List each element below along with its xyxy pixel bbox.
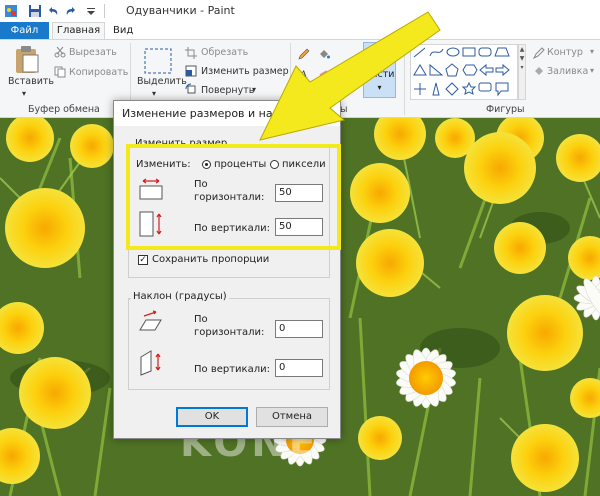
shapes-scroll[interactable]: ▲ ▼ ▾ [518, 44, 526, 100]
shapes-group-label: Фигуры [486, 104, 525, 115]
ok-button[interactable]: OK [176, 407, 248, 427]
copy-icon[interactable] [54, 66, 66, 78]
skew-horizontal-label-1: По [194, 314, 208, 325]
text-tool-icon[interactable]: A [298, 68, 310, 80]
pencil-icon[interactable] [298, 48, 310, 60]
skew-legend: Наклон (градусы) [131, 291, 229, 302]
brushes-label: Кисти [364, 69, 395, 80]
brushes-dropdown-arrow: ▾ [377, 83, 382, 92]
cut-button[interactable]: Вырезать [69, 47, 117, 58]
title-separator [104, 4, 105, 18]
title-bar: Одуванчики - Paint [0, 0, 600, 22]
shapes-gallery[interactable] [410, 44, 518, 100]
resize-icon[interactable] [185, 65, 197, 77]
svg-text:A: A [299, 70, 308, 80]
magnifier-icon[interactable] [338, 78, 350, 90]
tab-view[interactable]: Вид [113, 22, 133, 39]
outline-icon[interactable] [533, 47, 545, 59]
vertical-skew-icon [140, 350, 161, 376]
ribbon-separator [404, 43, 405, 115]
copy-button[interactable]: Копировать [69, 67, 128, 78]
select-icon[interactable] [144, 48, 172, 74]
rotate-icon[interactable] [185, 83, 197, 95]
paint-app-icon [5, 5, 17, 17]
paste-button[interactable]: Вставить [8, 76, 54, 87]
fill-icon[interactable] [533, 65, 545, 77]
eraser-icon[interactable] [318, 68, 330, 80]
rotate-button[interactable]: Повернуть [201, 85, 254, 96]
dialog-title-bar: Изменение размеров и накло... × [114, 101, 340, 126]
fill-bucket-icon[interactable] [318, 48, 330, 60]
keep-ratio-checkbox[interactable]: ✓ [138, 255, 148, 265]
cut-icon[interactable] [54, 46, 66, 58]
annotation-highlight-box [126, 144, 341, 250]
clipboard-group-label: Буфер обмена [28, 104, 100, 115]
keep-ratio-label[interactable]: Сохранить пропорции [152, 254, 269, 265]
redo-icon[interactable] [64, 4, 78, 18]
skew-vertical-label: По вертикали: [194, 364, 270, 375]
skew-horizontal-label-2: горизонтали: [194, 327, 265, 338]
window-title: Одуванчики - Paint [126, 4, 235, 17]
undo-icon[interactable] [46, 4, 60, 18]
customize-quick-access-icon[interactable] [84, 4, 98, 18]
paste-dropdown-arrow[interactable]: ▾ [22, 89, 26, 98]
tools-group-label-partial: ы [340, 104, 348, 115]
tab-file[interactable]: Файл [0, 22, 49, 39]
rotate-dropdown-arrow[interactable]: ▾ [252, 85, 256, 94]
dialog-close-button[interactable]: × [317, 104, 337, 122]
outline-dropdown-arrow[interactable]: ▾ [590, 47, 594, 56]
resize-button[interactable]: Изменить размер [201, 66, 289, 77]
skew-vertical-input[interactable]: 0 [275, 359, 323, 377]
brushes-button[interactable]: Кисти ▾ [363, 42, 396, 98]
save-icon[interactable] [28, 4, 42, 18]
fill-button[interactable]: Заливка [547, 66, 588, 77]
tab-home[interactable]: Главная [52, 22, 105, 39]
ribbon-tab-bar: Файл Главная Вид [0, 22, 600, 39]
brush-icon [371, 47, 388, 66]
cancel-button[interactable]: Отмена [256, 407, 328, 427]
crop-button[interactable]: Обрезать [201, 47, 248, 58]
dialog-title: Изменение размеров и накло... [122, 107, 304, 120]
outline-button[interactable]: Контур [547, 47, 583, 58]
paste-icon[interactable] [14, 45, 40, 75]
select-dropdown-arrow[interactable]: ▾ [152, 89, 156, 98]
crop-icon[interactable] [185, 47, 197, 59]
select-button[interactable]: Выделить [137, 76, 187, 87]
fill-dropdown-arrow[interactable]: ▾ [590, 66, 594, 75]
horizontal-skew-icon [139, 310, 162, 331]
shapes-gallery-icons [413, 47, 510, 97]
skew-horizontal-input[interactable]: 0 [275, 320, 323, 338]
